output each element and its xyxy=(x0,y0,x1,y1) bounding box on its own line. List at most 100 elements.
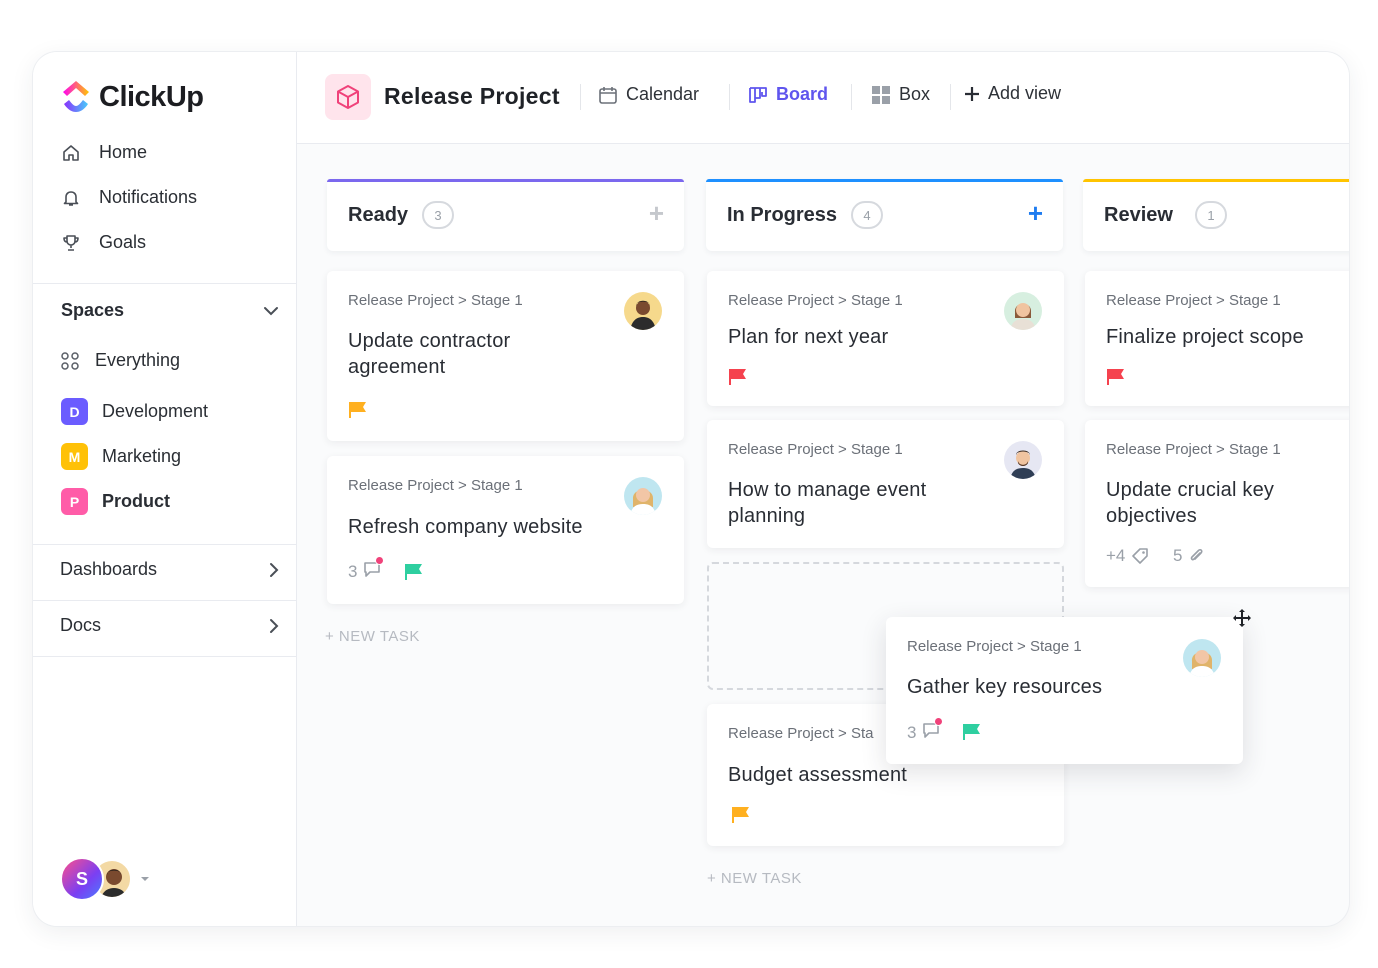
sidebar-item-label: Notifications xyxy=(99,187,198,207)
add-task-plus-icon[interactable]: + xyxy=(1028,200,1043,226)
clickup-logo-icon xyxy=(63,81,89,112)
chevron-down-icon xyxy=(264,306,278,315)
unread-dot xyxy=(375,556,385,565)
tab-label: Board xyxy=(776,84,829,104)
column-color-bar xyxy=(706,179,1063,182)
column-color-bar xyxy=(1083,179,1349,182)
caret-down-icon xyxy=(141,877,149,881)
app-window: ClickUp Home Notifications Goals Spaces … xyxy=(33,52,1349,926)
new-task-button[interactable]: + NEW TASK xyxy=(325,628,420,645)
cube-icon xyxy=(337,85,359,109)
new-task-button[interactable]: + NEW TASK xyxy=(707,870,802,887)
sidebar: ClickUp Home Notifications Goals Spaces … xyxy=(33,52,297,926)
task-title-line: Update contractor xyxy=(348,330,511,352)
space-badge: M xyxy=(61,443,88,470)
column-count: 4 xyxy=(851,201,884,229)
tab-box[interactable]: Box xyxy=(871,84,930,105)
task-title: Update contractor agreement xyxy=(348,328,510,380)
sidebar-divider xyxy=(33,283,297,284)
sidebar-item-label: Dashboards xyxy=(60,559,158,579)
task-title-line: objectives xyxy=(1106,505,1197,527)
sidebar-item-label: Docs xyxy=(60,615,102,635)
task-title-line: agreement xyxy=(348,356,446,378)
task-title: Refresh company website xyxy=(348,516,583,538)
tag-count-value: +4 xyxy=(1106,546,1126,565)
comment-count[interactable]: 3 xyxy=(348,556,385,583)
header-divider xyxy=(729,84,730,110)
task-card[interactable]: Release Project > Stage 1 Update crucial… xyxy=(1085,420,1349,587)
assignee-avatar[interactable] xyxy=(624,292,662,330)
column-header-review[interactable]: Review 1 xyxy=(1083,179,1349,251)
priority-flag-icon[interactable] xyxy=(728,368,748,386)
move-cursor-icon xyxy=(1232,608,1252,634)
assignee-avatar[interactable] xyxy=(624,477,662,515)
logo-text: ClickUp xyxy=(99,80,204,113)
sidebar-item-notifications[interactable]: Notifications xyxy=(61,187,197,208)
task-breadcrumb: Release Project > Stage 1 xyxy=(728,441,903,458)
tab-calendar[interactable]: Calendar xyxy=(598,84,699,105)
sidebar-item-everything[interactable]: Everything xyxy=(61,350,180,371)
tag-count[interactable]: +4 xyxy=(1106,546,1149,566)
project-icon xyxy=(325,74,371,120)
column-header-in-progress[interactable]: In Progress 4 + xyxy=(706,179,1063,251)
spaces-header[interactable]: Spaces xyxy=(61,300,279,321)
column-header-ready[interactable]: Ready 3 + xyxy=(327,179,684,251)
add-view-button[interactable]: Add view xyxy=(964,83,1061,104)
header-divider xyxy=(580,84,581,110)
sidebar-divider xyxy=(33,600,297,601)
task-title: Update crucial key objectives xyxy=(1106,477,1274,529)
attachment-count[interactable]: 5 xyxy=(1173,546,1204,566)
bell-icon xyxy=(63,190,79,206)
task-title: How to manage event planning xyxy=(728,477,926,529)
sidebar-item-home[interactable]: Home xyxy=(61,142,147,163)
board-icon xyxy=(749,86,767,103)
header-divider xyxy=(950,84,951,110)
space-badge: P xyxy=(61,488,88,515)
comment-count[interactable]: 3 xyxy=(907,717,944,744)
sidebar-item-label: Everything xyxy=(95,350,181,370)
user-menu[interactable]: S xyxy=(60,857,150,901)
priority-flag-icon[interactable] xyxy=(348,401,368,419)
dragged-task-card[interactable]: Release Project > Stage 1 Gather key res… xyxy=(886,617,1243,764)
task-title-line: Update crucial key xyxy=(1106,479,1275,501)
attachment-count-value: 5 xyxy=(1173,546,1183,565)
task-breadcrumb: Release Project > Stage 1 xyxy=(907,638,1082,655)
assignee-avatar[interactable] xyxy=(1004,441,1042,479)
trophy-icon xyxy=(63,234,79,251)
tag-icon xyxy=(1132,548,1149,564)
comment-count-value: 3 xyxy=(907,722,917,742)
priority-flag-icon[interactable] xyxy=(962,723,982,741)
task-card[interactable]: Release Project > Stage 1 How to manage … xyxy=(707,420,1064,548)
sidebar-item-product[interactable]: P Product xyxy=(61,488,170,515)
comment-icon xyxy=(922,717,944,744)
sidebar-item-goals[interactable]: Goals xyxy=(61,232,146,253)
task-card[interactable]: Release Project > Stage 1 Finalize proje… xyxy=(1085,271,1349,406)
assignee-avatar[interactable] xyxy=(1183,639,1221,677)
sidebar-divider xyxy=(33,544,297,545)
column-count: 1 xyxy=(1194,201,1227,229)
task-breadcrumb: Release Project > Stage 1 xyxy=(348,292,523,309)
column-title: In Progress xyxy=(727,203,838,226)
sidebar-item-development[interactable]: D Development xyxy=(61,398,208,425)
assignee-avatar[interactable] xyxy=(1004,292,1042,330)
add-task-plus-icon[interactable]: + xyxy=(649,200,664,226)
priority-flag-icon[interactable] xyxy=(404,563,424,581)
task-breadcrumb: Release Project > Stage 1 xyxy=(348,477,523,494)
home-icon xyxy=(63,144,79,161)
task-card[interactable]: Release Project > Stage 1 Refresh compan… xyxy=(327,456,684,604)
add-view-label: Add view xyxy=(988,83,1062,103)
sidebar-item-label: Product xyxy=(102,491,171,511)
comment-count-value: 3 xyxy=(348,561,358,581)
task-card[interactable]: Release Project > Stage 1 Plan for next … xyxy=(707,271,1064,406)
task-card[interactable]: Release Project > Stage 1 Update contrac… xyxy=(327,271,684,441)
sidebar-item-docs[interactable]: Docs xyxy=(60,615,279,636)
sidebar-item-label: Goals xyxy=(99,232,147,252)
sidebar-divider xyxy=(33,656,297,657)
sidebar-item-marketing[interactable]: M Marketing xyxy=(61,443,181,470)
tab-board[interactable]: Board xyxy=(748,84,828,105)
priority-flag-icon[interactable] xyxy=(1106,368,1126,386)
sidebar-item-dashboards[interactable]: Dashboards xyxy=(60,559,279,580)
clickup-logo[interactable]: ClickUp xyxy=(61,80,204,114)
view-header: Release Project Calendar Board Box Add v… xyxy=(297,52,1349,144)
priority-flag-icon[interactable] xyxy=(731,806,751,824)
